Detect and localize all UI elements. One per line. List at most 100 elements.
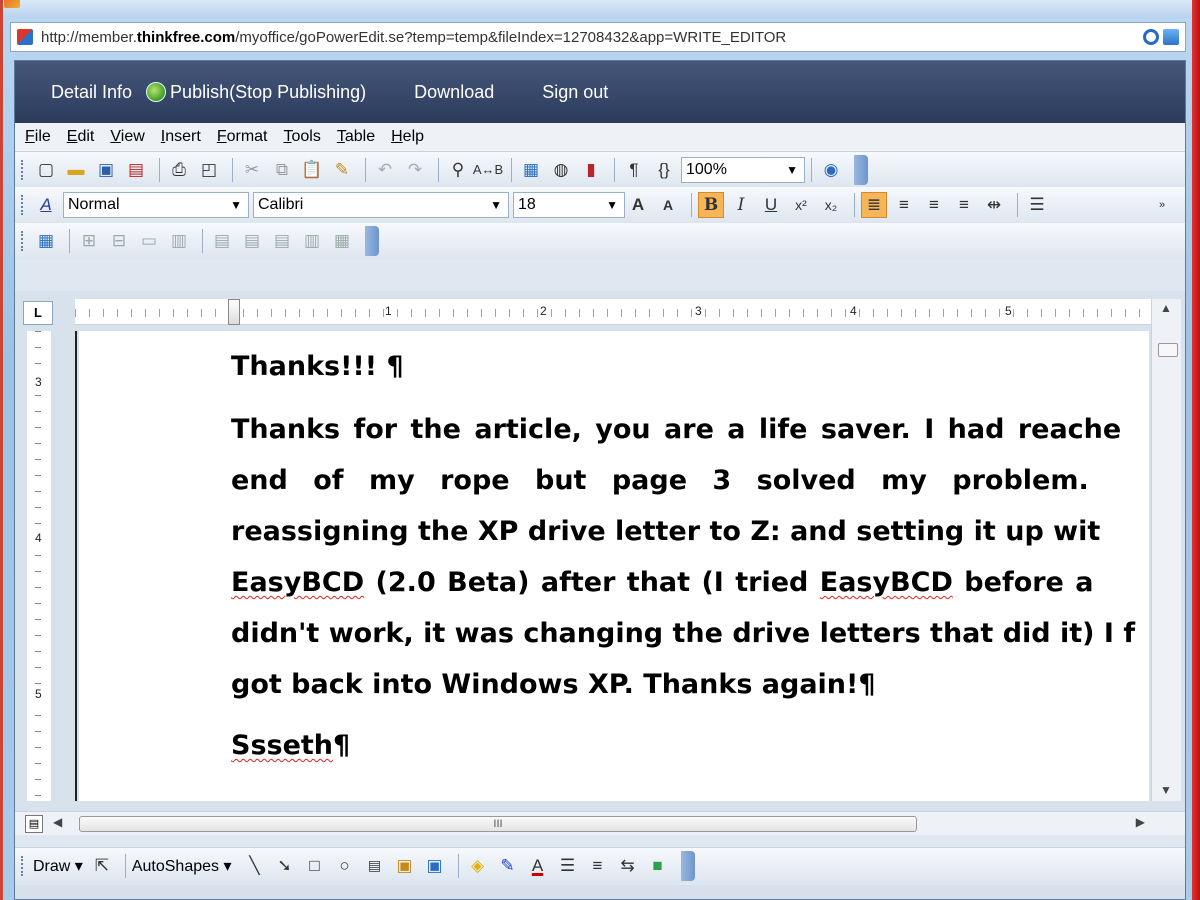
menu-file[interactable]: File: [25, 128, 51, 146]
stop-icon[interactable]: [1143, 29, 1159, 45]
format-painter-icon[interactable]: ✎: [329, 157, 355, 183]
toolbar-grip[interactable]: [21, 195, 25, 215]
publish-link[interactable]: Publish(Stop Publishing): [146, 82, 366, 103]
draw-menu[interactable]: Draw ▾: [33, 856, 83, 876]
line-style-icon[interactable]: ☰: [555, 853, 581, 879]
vertical-ruler[interactable]: 3 4 5: [27, 331, 51, 801]
scroll-right-icon[interactable]: ▶: [1136, 815, 1145, 829]
insert-column-icon[interactable]: ⊞: [76, 228, 102, 254]
scroll-up-icon[interactable]: ▲: [1160, 301, 1172, 315]
align-center-icon[interactable]: ≡: [921, 192, 947, 218]
horizontal-scrollbar[interactable]: ▤ ◀ III ▶: [15, 811, 1185, 835]
undo-icon[interactable]: ↶: [372, 157, 398, 183]
show-formatting-marks-icon[interactable]: ¶: [621, 157, 647, 183]
document-page[interactable]: Thanks!!! ¶ Thanks for the article, you …: [79, 331, 1149, 801]
menu-format[interactable]: Format: [217, 128, 268, 146]
menu-help[interactable]: Help: [391, 128, 424, 146]
fill-color-icon[interactable]: ◈: [465, 853, 491, 879]
dash-style-icon[interactable]: ≡: [585, 853, 611, 879]
split-cells-icon[interactable]: ▤: [239, 228, 265, 254]
print-icon[interactable]: ⎙: [166, 157, 192, 183]
bold-icon[interactable]: B: [698, 192, 724, 218]
merge-cells-icon[interactable]: ▤: [209, 228, 235, 254]
distribute-columns-icon[interactable]: ▥: [299, 228, 325, 254]
insert-object-icon[interactable]: ◍: [548, 157, 574, 183]
underline-icon[interactable]: U: [758, 192, 784, 218]
save-icon[interactable]: ▣: [93, 157, 119, 183]
table-icon[interactable]: ▦: [33, 228, 59, 254]
oval-icon[interactable]: ○: [332, 853, 358, 879]
horizontal-ruler[interactable]: 1 2 3 4 5: [75, 299, 1151, 325]
print-preview-icon[interactable]: ◰: [196, 157, 222, 183]
menu-view[interactable]: View: [110, 128, 144, 146]
font-size-select[interactable]: 18 ▼: [513, 192, 625, 218]
toolbar-grip[interactable]: [21, 159, 25, 180]
toolbar-grip[interactable]: [21, 855, 25, 876]
detail-info-link[interactable]: Detail Info: [51, 82, 132, 103]
insert-picture-icon[interactable]: ▣: [422, 853, 448, 879]
menu-edit[interactable]: Edit: [67, 128, 95, 146]
font-select[interactable]: Calibri ▼: [253, 192, 509, 218]
toolbar-grip[interactable]: [21, 231, 25, 251]
document-body[interactable]: Thanks!!! ¶ Thanks for the article, you …: [231, 351, 1149, 761]
toolbar-overflow[interactable]: [854, 154, 868, 185]
text-box-icon[interactable]: ▤: [362, 853, 388, 879]
tab-stop-selector[interactable]: L: [23, 301, 53, 325]
find-icon[interactable]: ⚲: [445, 157, 471, 183]
scroll-thumb[interactable]: [1158, 343, 1178, 357]
subscript-icon[interactable]: x₂: [818, 192, 844, 218]
scroll-down-icon[interactable]: ▼: [1160, 783, 1172, 797]
shrink-font-icon[interactable]: A: [655, 192, 681, 218]
view-mode-icon[interactable]: ▤: [25, 815, 43, 833]
insert-row-icon[interactable]: ⊟: [106, 228, 132, 254]
vertical-scrollbar[interactable]: ▲ ▼: [1151, 299, 1181, 801]
redo-icon[interactable]: ↷: [402, 157, 428, 183]
scroll-thumb[interactable]: III: [79, 816, 917, 832]
indent-marker[interactable]: [228, 299, 240, 325]
sign-out-link[interactable]: Sign out: [542, 82, 608, 103]
menu-tools[interactable]: Tools: [284, 128, 321, 146]
superscript-icon[interactable]: x²: [788, 192, 814, 218]
table-properties-icon[interactable]: ▦: [329, 228, 355, 254]
delete-row-icon[interactable]: ▭: [136, 228, 162, 254]
line-icon[interactable]: ╲: [242, 853, 268, 879]
insert-book-icon[interactable]: ▮: [578, 157, 604, 183]
style-select[interactable]: Normal ▼: [63, 192, 249, 218]
italic-icon[interactable]: I: [728, 192, 754, 218]
numbering-icon[interactable]: ☰: [1024, 192, 1050, 218]
clip-art-icon[interactable]: ▣: [392, 853, 418, 879]
align-left-icon[interactable]: ≡: [891, 192, 917, 218]
show-fields-icon[interactable]: {}: [651, 157, 677, 183]
compatibility-view-icon[interactable]: [1163, 29, 1179, 45]
shadow-icon[interactable]: ■: [645, 853, 671, 879]
font-color-icon[interactable]: A: [525, 853, 551, 879]
toolbar-overflow[interactable]: [365, 226, 379, 256]
paste-icon[interactable]: 📋: [299, 157, 325, 183]
distribute-icon[interactable]: ⇹: [981, 192, 1007, 218]
cut-icon[interactable]: ✂: [239, 157, 265, 183]
open-folder-icon[interactable]: ▬: [63, 157, 89, 183]
autoshapes-menu[interactable]: AutoShapes ▾: [132, 856, 232, 876]
download-link[interactable]: Download: [414, 82, 494, 103]
align-right-icon[interactable]: ≡: [951, 192, 977, 218]
url-text[interactable]: http://member.thinkfree.com/myoffice/goP…: [41, 29, 786, 46]
more-tools-icon[interactable]: »: [1149, 192, 1175, 218]
arrow-icon[interactable]: ➘: [272, 853, 298, 879]
copy-icon[interactable]: ⧉: [269, 157, 295, 183]
new-icon[interactable]: ▢: [33, 157, 59, 183]
grow-font-icon[interactable]: A: [625, 192, 651, 218]
line-color-icon[interactable]: ✎: [495, 853, 521, 879]
rectangle-icon[interactable]: □: [302, 853, 328, 879]
arrow-style-icon[interactable]: ⇆: [615, 853, 641, 879]
justify-icon[interactable]: ≣: [861, 192, 887, 218]
menu-insert[interactable]: Insert: [161, 128, 201, 146]
zoom-select[interactable]: 100% ▼: [681, 156, 805, 183]
select-objects-icon[interactable]: ⇱: [89, 853, 115, 879]
address-bar[interactable]: http://member.thinkfree.com/myoffice/goP…: [10, 22, 1186, 52]
scroll-left-icon[interactable]: ◀: [53, 815, 62, 829]
styles-icon[interactable]: A: [33, 192, 59, 218]
distribute-rows-icon[interactable]: ▤: [269, 228, 295, 254]
help-icon[interactable]: ◉: [818, 157, 844, 183]
insert-table-icon[interactable]: ▦: [518, 157, 544, 183]
toolbar-overflow[interactable]: [680, 850, 695, 881]
